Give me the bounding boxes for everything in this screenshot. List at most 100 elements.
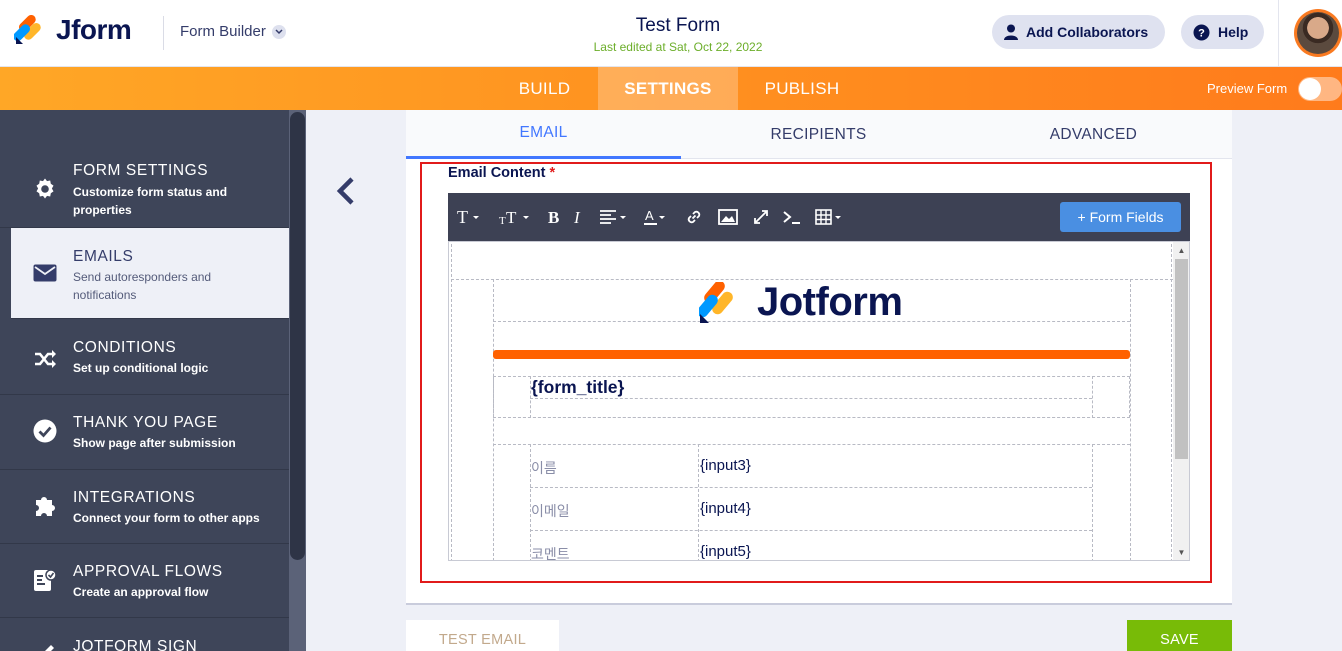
table-icon[interactable] — [815, 207, 845, 227]
check-circle-icon — [33, 419, 57, 443]
field-label: 이름 — [531, 460, 557, 476]
email-editor-canvas[interactable]: Jotform {form_title} 이름 {input3} 이메일 {in… — [448, 241, 1190, 561]
sidebar-item-conditions[interactable]: CONDITIONS Set up conditional logic — [0, 319, 289, 395]
help-button[interactable]: ? Help — [1181, 15, 1264, 49]
email-content-label: Email Content * — [448, 165, 555, 181]
shuffle-icon — [33, 347, 57, 371]
form-fields-button[interactable]: + Form Fields — [1060, 202, 1181, 232]
required-mark: * — [549, 165, 556, 181]
jform-logo-icon — [13, 14, 44, 45]
svg-text:?: ? — [1198, 27, 1205, 39]
scroll-up-icon[interactable]: ▲ — [1173, 242, 1189, 259]
email-subtabs: EMAIL RECIPIENTS ADVANCED — [406, 110, 1232, 159]
top-header: Jform Form Builder Test Form Last edited… — [0, 0, 1342, 67]
layout-guide — [530, 487, 1092, 488]
tab-publish[interactable]: PUBLISH — [738, 67, 866, 110]
form-title-block: Test Form Last edited at Sat, Oct 22, 20… — [528, 15, 828, 54]
font-size-icon[interactable]: TT — [499, 207, 533, 227]
field-token: {input3} — [700, 457, 751, 474]
code-icon[interactable] — [782, 207, 802, 227]
app-logo[interactable]: Jform — [13, 14, 132, 46]
layout-guide — [493, 444, 1130, 445]
gear-icon — [33, 177, 57, 201]
sidebar-item-title: INTEGRATIONS — [73, 489, 196, 506]
main-nav: BUILD SETTINGS PUBLISH Preview Form — [0, 67, 1342, 110]
user-icon — [1004, 24, 1018, 40]
field-label: 이메일 — [531, 503, 570, 519]
tab-build[interactable]: BUILD — [491, 67, 598, 110]
preview-form-toggle[interactable] — [1298, 77, 1342, 101]
preview-form-label: Preview Form — [1207, 81, 1288, 96]
sidebar-item-form-settings[interactable]: FORM SETTINGS Customize form status and … — [0, 118, 289, 228]
layout-guide — [530, 530, 1092, 531]
settings-sidebar: FORM SETTINGS Customize form status and … — [0, 110, 306, 651]
layout-guide — [530, 398, 1092, 399]
logo-text: Jform — [56, 14, 132, 45]
form-title-token: {form_title} — [531, 377, 625, 397]
back-chevron-icon[interactable] — [332, 176, 360, 206]
add-collaborators-button[interactable]: Add Collaborators — [992, 15, 1165, 49]
sidebar-item-title: CONDITIONS — [73, 339, 177, 356]
field-token: {input5} — [700, 543, 751, 560]
layout-guide — [1130, 279, 1131, 560]
italic-icon[interactable]: I — [573, 207, 585, 227]
sidebar-item-emails[interactable]: EMAILS Send autoresponders and notificat… — [11, 228, 289, 319]
fullscreen-icon[interactable] — [752, 207, 770, 227]
align-icon[interactable] — [600, 207, 630, 227]
last-edited-text: Last edited at Sat, Oct 22, 2022 — [593, 40, 763, 54]
field-token: {input4} — [700, 500, 751, 517]
form-builder-menu[interactable]: Form Builder — [180, 23, 286, 40]
sidebar-item-subtitle: Show page after submission — [73, 436, 236, 450]
sidebar-item-title: FORM SETTINGS — [73, 162, 209, 179]
layout-guide — [1171, 244, 1172, 560]
puzzle-icon — [33, 494, 57, 518]
test-email-button[interactable]: TEST EMAIL — [406, 620, 559, 651]
sidebar-item-subtitle: Customize form status and properties — [73, 185, 228, 217]
sidebar-item-integrations[interactable]: INTEGRATIONS Connect your form to other … — [0, 470, 289, 544]
avatar-area — [1278, 0, 1342, 67]
font-icon[interactable]: T — [457, 207, 483, 227]
header-divider — [163, 16, 164, 50]
svg-text:T: T — [499, 215, 506, 226]
avatar[interactable] — [1294, 9, 1342, 57]
subtab-advanced[interactable]: ADVANCED — [956, 110, 1231, 159]
svg-text:A: A — [645, 208, 654, 223]
link-icon[interactable] — [685, 207, 703, 227]
save-button[interactable]: SAVE — [1127, 620, 1232, 651]
layout-guide — [1092, 444, 1093, 560]
field-label: 코멘트 — [531, 546, 570, 561]
sidebar-item-subtitle: Create an approval flow — [73, 585, 209, 599]
sidebar-scrollbar[interactable] — [289, 110, 306, 651]
bold-icon[interactable]: B — [547, 207, 561, 227]
chevron-down-icon — [271, 24, 286, 39]
jotform-email-logo: Jotform — [699, 280, 903, 325]
editor-scrollbar[interactable]: ▲ ▼ — [1173, 242, 1189, 560]
form-title[interactable]: Test Form — [528, 15, 828, 37]
svg-text:T: T — [457, 208, 468, 226]
approval-icon — [33, 568, 57, 592]
jotform-logo-text: Jotform — [757, 280, 903, 324]
layout-guide — [451, 244, 452, 560]
subtab-email[interactable]: EMAIL — [406, 110, 681, 159]
tab-settings[interactable]: SETTINGS — [598, 67, 738, 110]
sign-icon — [33, 640, 57, 651]
svg-text:T: T — [506, 208, 517, 226]
add-collaborators-label: Add Collaborators — [1026, 24, 1149, 40]
text-color-icon[interactable]: A — [644, 207, 668, 227]
editor-scroll-thumb[interactable] — [1175, 259, 1188, 459]
help-icon: ? — [1193, 24, 1210, 41]
form-builder-label: Form Builder — [180, 23, 266, 40]
sidebar-item-title: APPROVAL FLOWS — [73, 563, 223, 580]
scroll-down-icon[interactable]: ▼ — [1173, 544, 1189, 560]
sidebar-item-title: JOTFORM SIGN — [73, 638, 198, 651]
sidebar-item-approval-flows[interactable]: APPROVAL FLOWS Create an approval flow — [0, 544, 289, 618]
jotform-logo-icon — [699, 281, 733, 323]
subtab-recipients[interactable]: RECIPIENTS — [681, 110, 956, 159]
image-icon[interactable] — [718, 207, 738, 227]
svg-text:I: I — [573, 208, 581, 226]
svg-text:B: B — [548, 208, 559, 226]
sidebar-item-jotform-sign[interactable]: JOTFORM SIGN — [0, 618, 289, 651]
sidebar-item-subtitle: Send autoresponders and notifications — [73, 270, 212, 302]
sidebar-item-thank-you-page[interactable]: THANK YOU PAGE Show page after submissio… — [0, 395, 289, 470]
sidebar-list: FORM SETTINGS Customize form status and … — [0, 110, 289, 651]
